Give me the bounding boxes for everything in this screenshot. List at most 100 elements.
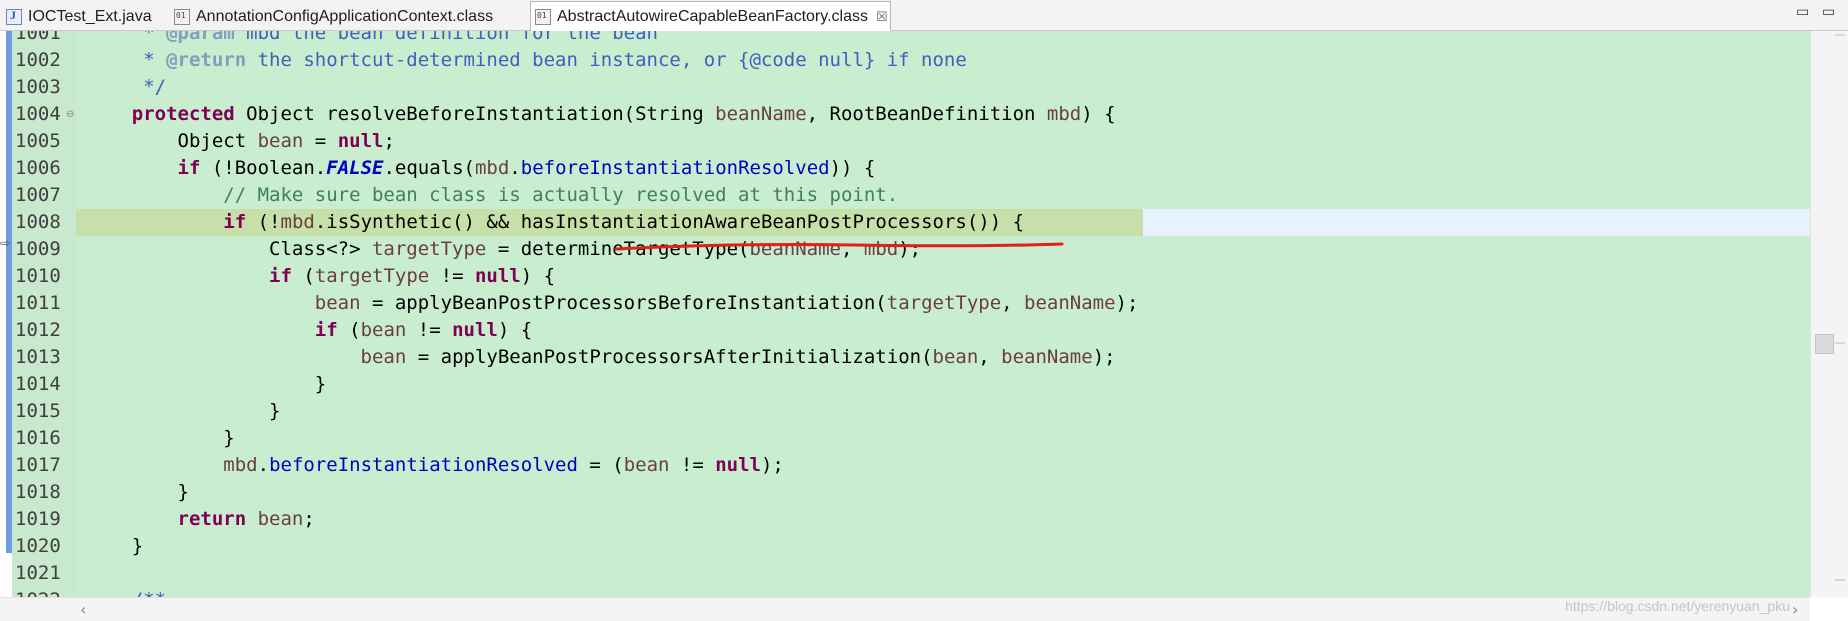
red-underline-annotation — [614, 242, 1064, 251]
code-text: * @param mbd the bean definition for the… — [86, 31, 658, 47]
code-line[interactable]: 1021 — [0, 560, 1810, 587]
code-token: = applyBeanPostProcessorsBeforeInstantia… — [360, 292, 887, 314]
code-text: protected Object resolveBeforeInstantiat… — [86, 101, 1116, 128]
code-line[interactable]: 1013 bean = applyBeanPostProcessorsAfter… — [0, 344, 1810, 371]
code-token: /** — [86, 589, 166, 597]
code-line[interactable]: 1017 mbd.beforeInstantiationResolved = (… — [0, 452, 1810, 479]
code-token: ) { — [520, 265, 556, 287]
code-line[interactable]: 1005 Object bean = null; — [0, 128, 1810, 155]
code-token: mbd the bean definition for the bean — [234, 31, 658, 44]
code-line[interactable]: 1002 * @return the shortcut-determined b… — [0, 47, 1810, 74]
code-line[interactable]: 1006 if (!Boolean.FALSE.equals(mbd.befor… — [0, 155, 1810, 182]
code-token: , — [978, 346, 1002, 368]
maximize-icon[interactable]: ▭ — [1822, 4, 1835, 20]
line-number: 1003 — [15, 76, 61, 98]
code-token: Object — [86, 130, 258, 152]
code-token: ; — [383, 130, 395, 152]
tab-ioctest-ext[interactable]: IOCTest_Ext.java — [2, 2, 152, 31]
code-text: mbd.beforeInstantiationResolved = (bean … — [86, 452, 784, 479]
code-token: ); — [1092, 346, 1116, 368]
editor-tab-bar: IOCTest_Ext.java AnnotationConfigApplica… — [0, 0, 1848, 31]
code-token: if — [177, 157, 201, 179]
code-line-current[interactable]: 1008 if (!mbd.isSynthetic() && hasInstan… — [0, 209, 1810, 236]
line-number: 1018 — [15, 481, 61, 503]
scroll-right-icon[interactable]: › — [1792, 600, 1798, 619]
code-text: Object bean = null; — [86, 128, 395, 155]
tab-annotation-config-application-context[interactable]: AnnotationConfigApplicationContext.class — [170, 2, 493, 31]
tab-abstract-autowire-capable-bean-factory[interactable]: AbstractAutowireCapableBeanFactory.class… — [530, 1, 891, 31]
code-line[interactable]: 1020 } — [0, 533, 1810, 560]
code-token: beforeInstantiationResolved — [520, 157, 830, 179]
code-line[interactable]: 1012 if (bean != null) { — [0, 317, 1810, 344]
code-text: } — [86, 479, 189, 506]
code-token: mbd — [1046, 103, 1082, 125]
code-token: bean — [360, 319, 407, 341]
line-number: 1002 — [15, 49, 61, 71]
overview-marker[interactable] — [1835, 579, 1845, 581]
code-line[interactable]: 1007 // Make sure bean class is actually… — [0, 182, 1810, 209]
code-line[interactable]: 1022 /** — [0, 587, 1810, 597]
code-token: null — [337, 130, 384, 152]
vertical-scrollbar[interactable] — [1810, 31, 1848, 597]
code-token: @param — [166, 31, 235, 44]
overview-marker[interactable] — [1835, 34, 1845, 36]
line-number: 1009 — [15, 238, 61, 260]
code-token: null — [474, 265, 521, 287]
code-editor[interactable]: 1001 * @param mbd the bean definition fo… — [0, 31, 1848, 597]
minimize-icon[interactable]: ▭ — [1796, 4, 1809, 20]
code-line[interactable]: 1001 * @param mbd the bean definition fo… — [0, 31, 1810, 47]
line-number: 1010 — [15, 265, 61, 287]
code-token: */ — [86, 76, 167, 98]
code-token: targetType — [886, 292, 1002, 314]
watermark: https://blog.csdn.net/yerenyuan_pku — [1565, 598, 1790, 614]
code-token: mbd — [474, 157, 510, 179]
code-line[interactable]: 1018 } — [0, 479, 1810, 506]
code-text: if (!mbd.isSynthetic() && hasInstantiati… — [86, 209, 1024, 236]
code-token: = — [303, 130, 338, 152]
tab-label: IOCTest_Ext.java — [28, 7, 152, 25]
line-number: 1016 — [15, 427, 61, 449]
code-line[interactable]: 1003 */ — [0, 74, 1810, 101]
code-token: the shortcut-determined bean instance, o… — [246, 49, 967, 71]
code-lines: 1001 * @param mbd the bean definition fo… — [0, 31, 1810, 597]
current-line-arrow-icon: ⇨ — [0, 236, 11, 250]
code-line[interactable]: 1015 } — [0, 398, 1810, 425]
code-token: FALSE — [326, 157, 384, 179]
code-token: null — [452, 319, 498, 341]
code-token: (!Boolean. — [200, 157, 327, 179]
code-token: ) { — [1081, 103, 1116, 125]
code-token: , RootBeanDefinition — [806, 103, 1047, 125]
code-token: bean — [932, 346, 979, 368]
line-number: 1014 — [15, 373, 61, 395]
code-token: if — [223, 211, 247, 233]
code-line[interactable]: 1016 } — [0, 425, 1810, 452]
code-token: @return — [166, 49, 247, 71]
close-tab-icon[interactable]: ☒ — [876, 9, 888, 25]
code-token: = ( — [577, 454, 624, 476]
code-line[interactable]: 1004 ⊖ protected Object resolveBeforeInst… — [0, 101, 1810, 128]
code-line[interactable]: 1019 return bean; — [0, 506, 1810, 533]
code-token: != — [669, 454, 716, 476]
code-line[interactable]: 1011 bean = applyBeanPostProcessorsBefor… — [0, 290, 1810, 317]
code-text: bean = applyBeanPostProcessorsBeforeInst… — [86, 290, 1139, 317]
line-number: 1008 — [15, 211, 61, 233]
fold-toggle-icon[interactable]: ⊖ — [66, 101, 74, 128]
code-text: if (targetType != null) { — [86, 263, 555, 290]
code-text: // Make sure bean class is actually reso… — [86, 182, 898, 209]
code-token: bean — [623, 454, 670, 476]
scrollbar-thumb[interactable] — [1815, 334, 1834, 354]
code-token: = applyBeanPostProcessorsAfterInitializa… — [406, 346, 933, 368]
scroll-left-icon[interactable]: ‹ — [80, 600, 86, 619]
overview-marker[interactable] — [1835, 342, 1845, 344]
code-line[interactable]: 1010 if (targetType != null) { — [0, 263, 1810, 290]
code-token: Class<?> — [86, 238, 372, 260]
code-line[interactable]: 1014 } — [0, 371, 1810, 398]
code-token: != — [406, 319, 453, 341]
horizontal-scrollbar[interactable]: ‹ › — [0, 597, 1810, 621]
